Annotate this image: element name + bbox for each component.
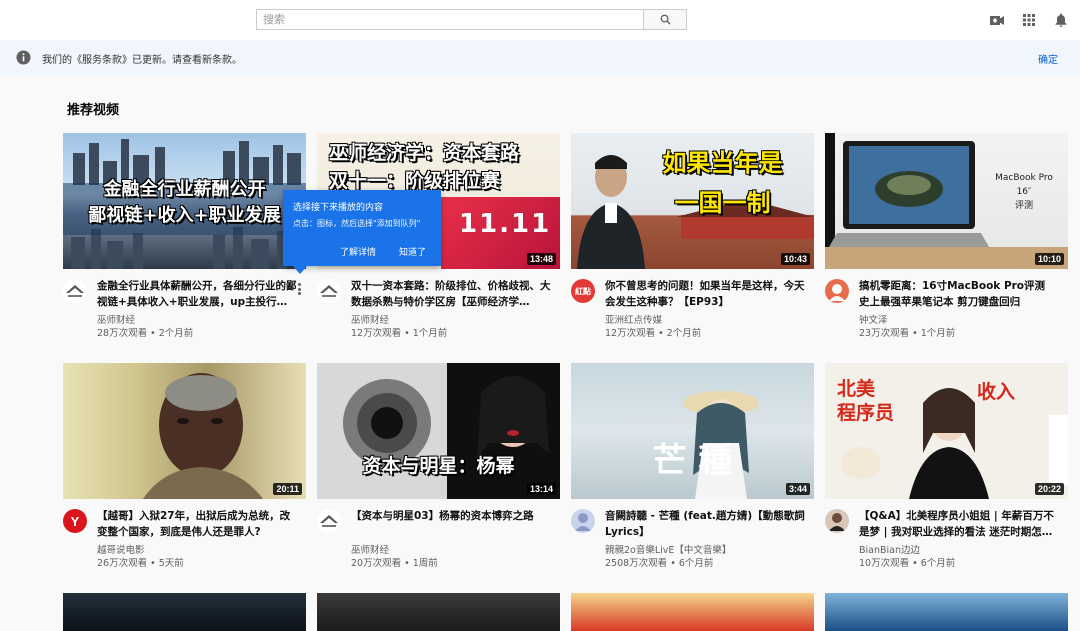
video-stats: 26万次观看 • 5天前 xyxy=(97,558,184,569)
channel-avatar[interactable] xyxy=(571,509,595,533)
video-title[interactable]: 【资本与明星03】杨幂的资本博弈之路 xyxy=(351,508,551,524)
video-meta: 金融全行业具体薪酬公开，各细分行业的鄙视链+具体收入+职业发展，up主投行… 巫… xyxy=(63,269,306,339)
channel-name[interactable]: BianBian边边 xyxy=(859,542,920,556)
video-stats: 28万次观看 • 2个月前 xyxy=(97,328,194,339)
channel-name[interactable]: 亚洲红点传媒 xyxy=(605,312,662,326)
video-duration: 13:48 xyxy=(526,253,556,265)
create-video-icon[interactable] xyxy=(989,12,1005,28)
apps-grid-icon[interactable] xyxy=(1021,12,1037,28)
search-button[interactable] xyxy=(643,9,687,30)
video-title[interactable]: 你不曾思考的问题！如果当年是这样，今天会发生这种事？【EP93】 xyxy=(605,278,805,310)
channel-name[interactable]: 越哥说电影 xyxy=(97,542,145,556)
channel-avatar[interactable] xyxy=(317,279,341,303)
search-input[interactable] xyxy=(257,10,643,29)
queue-tip-popup: 选择接下来播放的内容 点击：图标，然后选择"添加到队列" 了解详情 知道了 xyxy=(283,190,441,274)
video-thumbnail[interactable] xyxy=(571,593,814,631)
video-thumbnail[interactable]: 如果当年是 一国一制 10:43 xyxy=(571,133,814,269)
video-meta: 搞机零距离：16寸MacBook Pro评测 史上最强苹果笔记本 剪刀键盘回归 … xyxy=(825,269,1068,339)
channel-name[interactable]: 钟文泽 xyxy=(859,312,888,326)
info-icon xyxy=(16,50,31,65)
learn-more-button[interactable]: 了解详情 xyxy=(340,245,376,258)
video-meta: Y 【越哥】入狱27年，出狱后成为总统，改变整个国家，到底是伟人还是罪人? 越哥… xyxy=(63,499,306,569)
video-thumbnail[interactable] xyxy=(317,593,560,631)
video-thumbnail[interactable]: MacBook Pro 16″ 评测 10:10 xyxy=(825,133,1068,269)
thumbnail-text: 芒 種 xyxy=(652,441,733,481)
channel-avatar[interactable] xyxy=(825,279,849,303)
video-title[interactable]: 双十一资本套路：阶级排位、价格歧视、大数据杀熟与特价学区房【巫师经济学… xyxy=(351,278,551,310)
video-meta: 【Q&A】北美程序员小姐姐 | 年薪百万不是梦 | 我对职业选择的看法 迷茫时期… xyxy=(825,499,1068,569)
video-title[interactable]: 【Q&A】北美程序员小姐姐 | 年薪百万不是梦 | 我对职业选择的看法 迷茫时期… xyxy=(859,508,1059,540)
video-duration: 20:22 xyxy=(1034,483,1064,495)
vortex-portrait-image xyxy=(317,363,560,499)
portrait-image xyxy=(143,373,263,499)
video-meta: 双十一资本套路：阶级排位、价格歧视、大数据杀熟与特价学区房【巫师经济学… 巫师财… xyxy=(317,269,560,339)
banner-confirm-button[interactable]: 确定 xyxy=(1038,51,1058,66)
top-bar xyxy=(0,0,1080,40)
video-card[interactable]: 如果当年是 一国一制 10:43 紅點 你不曾思考的问题！如果当年是这样，今天会… xyxy=(571,133,814,339)
video-thumbnail[interactable]: 北美 程序员 收入 20:22 xyxy=(825,363,1068,499)
got-it-button[interactable]: 知道了 xyxy=(399,245,426,258)
video-thumbnail[interactable] xyxy=(63,593,306,631)
thumbnail-text: 资本与明星：杨幂 xyxy=(362,455,515,477)
video-title[interactable]: 【越哥】入狱27年，出狱后成为总统，改变整个国家，到底是伟人还是罪人? xyxy=(97,508,297,540)
video-thumbnail[interactable]: 20:11 xyxy=(63,363,306,499)
video-stats: 23万次观看 • 1个月前 xyxy=(859,328,956,339)
video-stats: 2508万次观看 • 6个月前 xyxy=(605,558,714,569)
video-title[interactable]: 搞机零距离：16寸MacBook Pro评测 史上最强苹果笔记本 剪刀键盘回归 xyxy=(859,278,1059,310)
video-stats: 20万次观看 • 1周前 xyxy=(351,558,438,569)
video-thumbnail[interactable] xyxy=(825,593,1068,631)
video-thumbnail[interactable]: 芒 種 3:44 xyxy=(571,363,814,499)
tooltip-title: 选择接下来播放的内容 xyxy=(293,203,384,213)
video-card[interactable]: MacBook Pro 16″ 评测 10:10 搞机零距离：16寸MacBoo… xyxy=(825,133,1068,339)
channel-avatar[interactable] xyxy=(63,279,87,303)
thumbnail-text: 巫师经济学：资本套路 双十一：阶级排位赛 xyxy=(329,142,520,192)
section-title: 推荐视频 xyxy=(67,103,120,118)
video-duration: 20:11 xyxy=(273,483,302,495)
video-stats: 12万次观看 • 2个月前 xyxy=(605,328,702,339)
video-meta: 音闕詩聽 - 芒種 (feat.趙方婧)【動態歌詞Lyrics】 親親2o音樂L… xyxy=(571,499,814,569)
channel-avatar[interactable]: Y xyxy=(63,509,87,533)
thumbnail-text: 北美 程序员 xyxy=(837,378,895,424)
video-card[interactable]: 金融全行业薪酬公开 鄙视链+收入+职业发展 金融全行业具体薪酬公开，各细分行业的… xyxy=(63,133,306,339)
video-thumbnail[interactable]: 资本与明星：杨幂 13:14 xyxy=(317,363,560,499)
video-stats: 10万次观看 • 6个月前 xyxy=(859,558,956,569)
video-duration: 3:44 xyxy=(785,483,810,495)
channel-name[interactable]: 親親2o音樂LivE【中文音樂】 xyxy=(605,542,731,556)
tooltip-hint: 点击：图标，然后选择"添加到队列" xyxy=(293,219,421,228)
video-duration: 10:10 xyxy=(1034,253,1064,265)
thumbnail-text: MacBook Pro 16″ 评测 xyxy=(995,173,1053,211)
video-duration: 13:14 xyxy=(526,483,556,495)
video-duration: 10:43 xyxy=(780,253,810,265)
video-thumbnail[interactable]: 金融全行业薪酬公开 鄙视链+收入+职业发展 xyxy=(63,133,306,269)
thumbnail-text: 如果当年是 一国一制 xyxy=(662,149,783,217)
video-meta: 紅點 你不曾思考的问题！如果当年是这样，今天会发生这种事？【EP93】 亚洲红点… xyxy=(571,269,814,339)
channel-name[interactable]: 巫师财经 xyxy=(351,542,389,556)
thumbnail-side-text: 收入 xyxy=(977,381,1016,403)
video-meta: 【资本与明星03】杨幂的资本博弈之路 巫师财经 20万次观看 • 1周前 xyxy=(317,499,560,569)
video-card[interactable]: 北美 程序员 收入 20:22 【Q&A】北美程序员小姐姐 | 年薪百万不是梦 … xyxy=(825,363,1068,569)
search-box[interactable] xyxy=(256,9,644,30)
banner-message: 我们的《服务条款》已更新。请查看新条款。 xyxy=(42,55,242,66)
terms-update-banner: 我们的《服务条款》已更新。请查看新条款。 确定 xyxy=(0,40,1080,76)
double-eleven-logo: 11.11 xyxy=(459,209,552,239)
video-title[interactable]: 音闕詩聽 - 芒種 (feat.趙方婧)【動態歌詞Lyrics】 xyxy=(605,508,805,540)
search-icon xyxy=(660,14,671,25)
notifications-bell-icon[interactable] xyxy=(1053,12,1069,28)
channel-avatar[interactable] xyxy=(317,509,341,533)
video-card[interactable]: 20:11 Y 【越哥】入狱27年，出狱后成为总统，改变整个国家，到底是伟人还是… xyxy=(63,363,306,569)
more-actions-icon[interactable] xyxy=(295,281,303,297)
video-card[interactable]: 芒 種 3:44 音闕詩聽 - 芒種 (feat.趙方婧)【動態歌詞Lyrics… xyxy=(571,363,814,569)
thumbnail-text: 金融全行业薪酬公开 鄙视链+收入+职业发展 xyxy=(88,179,281,226)
channel-name[interactable]: 巫师财经 xyxy=(97,312,135,326)
video-card[interactable]: 资本与明星：杨幂 13:14 【资本与明星03】杨幂的资本博弈之路 巫师财经 2… xyxy=(317,363,560,569)
video-stats: 12万次观看 • 1个月前 xyxy=(351,328,448,339)
video-title[interactable]: 金融全行业具体薪酬公开，各细分行业的鄙视链+具体收入+职业发展，up主投行… xyxy=(97,278,297,310)
channel-avatar[interactable]: 紅點 xyxy=(571,279,595,303)
channel-avatar[interactable] xyxy=(825,509,849,533)
channel-name[interactable]: 巫师财经 xyxy=(351,312,389,326)
